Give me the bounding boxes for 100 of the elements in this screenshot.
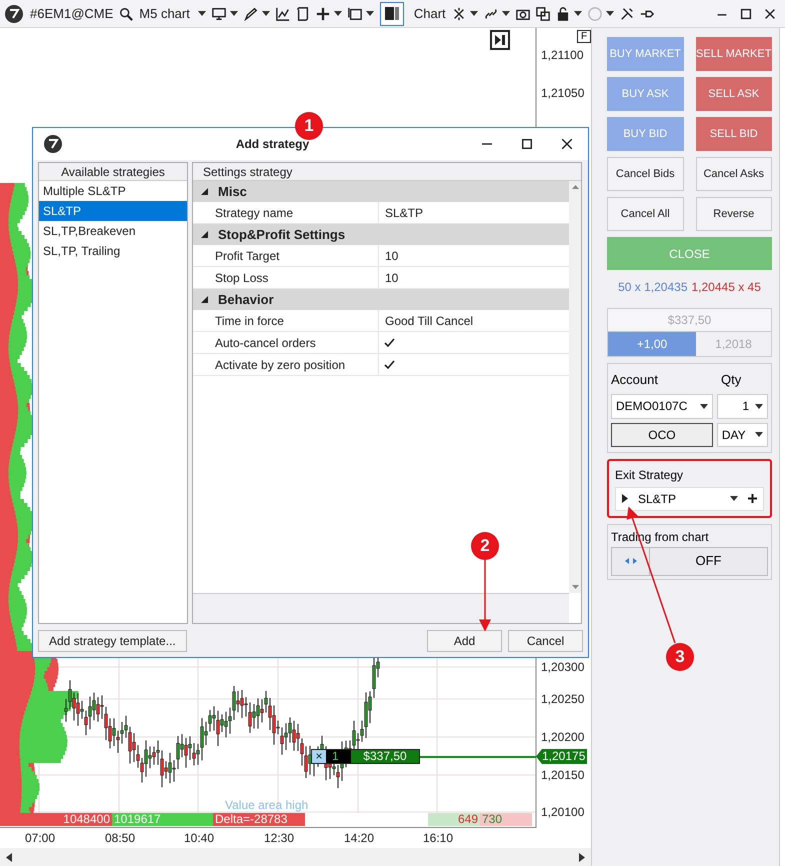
- property-name: Profit Target: [193, 245, 379, 266]
- caret-icon: [574, 11, 582, 16]
- exit-strategy-label: Exit Strategy: [615, 466, 684, 484]
- volume-bar: 1048400: [0, 813, 112, 826]
- account-dropdown[interactable]: DEMO0107C: [611, 394, 713, 418]
- order-button[interactable]: Cancel Bids: [607, 157, 684, 191]
- caret-icon: [230, 11, 238, 16]
- property-value[interactable]: Good Till Cancel: [379, 310, 474, 332]
- qty-label: Qty: [721, 371, 742, 389]
- category-row[interactable]: Stop&Profit Settings: [193, 224, 569, 246]
- property-value[interactable]: SL&TP: [379, 202, 424, 224]
- strategy-item[interactable]: Multiple SL&TP: [39, 181, 187, 202]
- maximize-icon[interactable]: [739, 6, 753, 20]
- pencil-icon[interactable]: [244, 6, 258, 20]
- category-label: Behavior: [218, 290, 274, 309]
- time-label: 12:30: [264, 831, 294, 845]
- add-icon[interactable]: [748, 494, 757, 503]
- price-label: 1,20100: [541, 805, 584, 819]
- caret-icon: [730, 496, 738, 501]
- collapse-icon[interactable]: [201, 188, 208, 196]
- price-label: 1,20150: [541, 768, 584, 782]
- tools-icon[interactable]: [620, 6, 634, 20]
- crosshair-icon[interactable]: [452, 6, 466, 20]
- layout-toggle[interactable]: [380, 2, 404, 26]
- expand-icon[interactable]: [622, 494, 628, 503]
- horizontal-scrollbar[interactable]: [0, 848, 591, 866]
- window-icon[interactable]: [348, 6, 362, 20]
- caret-icon: [262, 11, 270, 16]
- property-value[interactable]: 10: [379, 245, 398, 266]
- category-label: Stop&Profit Settings: [218, 226, 346, 244]
- scroll-up-icon[interactable]: [572, 185, 578, 190]
- collapse-icon[interactable]: [201, 231, 208, 238]
- cancel-order-button[interactable]: ×: [312, 750, 326, 763]
- time-label: 07:00: [25, 831, 56, 845]
- lock-icon[interactable]: [556, 6, 570, 20]
- checkbox[interactable]: [383, 358, 395, 371]
- search-icon[interactable]: [119, 6, 134, 20]
- caret-icon: [334, 11, 342, 16]
- price-label: 1,21100: [541, 48, 584, 62]
- time-in-force-dropdown[interactable]: DAY: [716, 422, 768, 446]
- ask-quote: 1,20445 x 45: [692, 279, 761, 296]
- oco-button[interactable]: OCO: [611, 422, 713, 446]
- bid-ask-volume: 649: [428, 813, 480, 826]
- symbol-label[interactable]: #6EM1@CME: [30, 4, 114, 24]
- order-pnl: $337,50: [351, 750, 419, 763]
- order-button[interactable]: Cancel Asks: [696, 157, 772, 191]
- checkbox[interactable]: [383, 336, 395, 349]
- time-label: 08:50: [105, 831, 136, 845]
- caret-icon: [366, 11, 374, 16]
- category-row[interactable]: Misc: [193, 181, 569, 202]
- caret-icon: [606, 11, 614, 16]
- property-name: Strategy name: [193, 202, 379, 224]
- strategy-item[interactable]: SL,TP,Breakeven: [39, 221, 187, 242]
- jump-to-end-button[interactable]: [490, 30, 510, 50]
- price-label: 1,20250: [541, 692, 584, 706]
- caret-icon: [502, 11, 510, 16]
- collapse-icon[interactable]: [201, 296, 208, 304]
- category-label: Misc: [218, 182, 247, 201]
- strategy-item[interactable]: SL&TP: [39, 201, 187, 222]
- logo-icon: [4, 4, 24, 24]
- link-icon[interactable]: [484, 6, 498, 20]
- duplicate-icon[interactable]: [536, 6, 550, 20]
- scroll-left-icon[interactable]: [6, 852, 12, 862]
- logo-icon: [43, 134, 63, 154]
- category-row[interactable]: Behavior: [193, 289, 569, 310]
- caret-icon: [700, 404, 708, 408]
- scroll-right-icon[interactable]: [579, 852, 585, 862]
- vertical-scrollbar[interactable]: [569, 181, 581, 594]
- qty-dropdown[interactable]: 1: [716, 394, 768, 418]
- add-template-button[interactable]: Add strategy template...: [38, 630, 187, 652]
- add-button[interactable]: Add: [427, 630, 502, 652]
- maximize-icon[interactable]: [522, 139, 532, 150]
- caret-icon: [755, 432, 763, 437]
- settings-header: Settings strategy: [193, 163, 581, 182]
- property-value[interactable]: 10: [379, 267, 398, 288]
- value-area-label: Value area high: [225, 799, 308, 811]
- strategy-item[interactable]: SL,TP, Trailing: [39, 241, 187, 262]
- monitor-icon[interactable]: [212, 6, 226, 20]
- order-button[interactable]: Cancel All: [607, 197, 684, 231]
- price-label: 1,20200: [541, 730, 584, 744]
- time-label: 14:20: [344, 831, 374, 845]
- exit-strategy-dropdown[interactable]: SL&TP: [615, 486, 764, 510]
- volume-bar: 1019617: [112, 813, 213, 826]
- timeframe-dropdown[interactable]: M5 chart: [139, 4, 206, 24]
- close-icon[interactable]: [763, 6, 777, 20]
- property-name: Activate by zero position: [193, 354, 379, 376]
- scroll-icon[interactable]: [296, 6, 310, 20]
- cancel-button[interactable]: Cancel: [508, 630, 583, 652]
- scroll-down-icon[interactable]: [572, 585, 578, 590]
- chart-label[interactable]: Chart: [414, 4, 446, 24]
- line-chart-icon[interactable]: [276, 6, 290, 20]
- f-button[interactable]: F: [577, 30, 591, 43]
- property-name: Stop Loss: [193, 267, 379, 288]
- order-button[interactable]: Reverse: [696, 197, 772, 231]
- close-icon[interactable]: [562, 139, 572, 150]
- plus-icon[interactable]: [316, 6, 330, 20]
- layout-icon: [384, 7, 399, 20]
- checkmark-icon: [384, 338, 394, 348]
- bid-quote: 50 x 1,20435: [618, 279, 688, 296]
- left-right-arrows-icon: [624, 558, 636, 564]
